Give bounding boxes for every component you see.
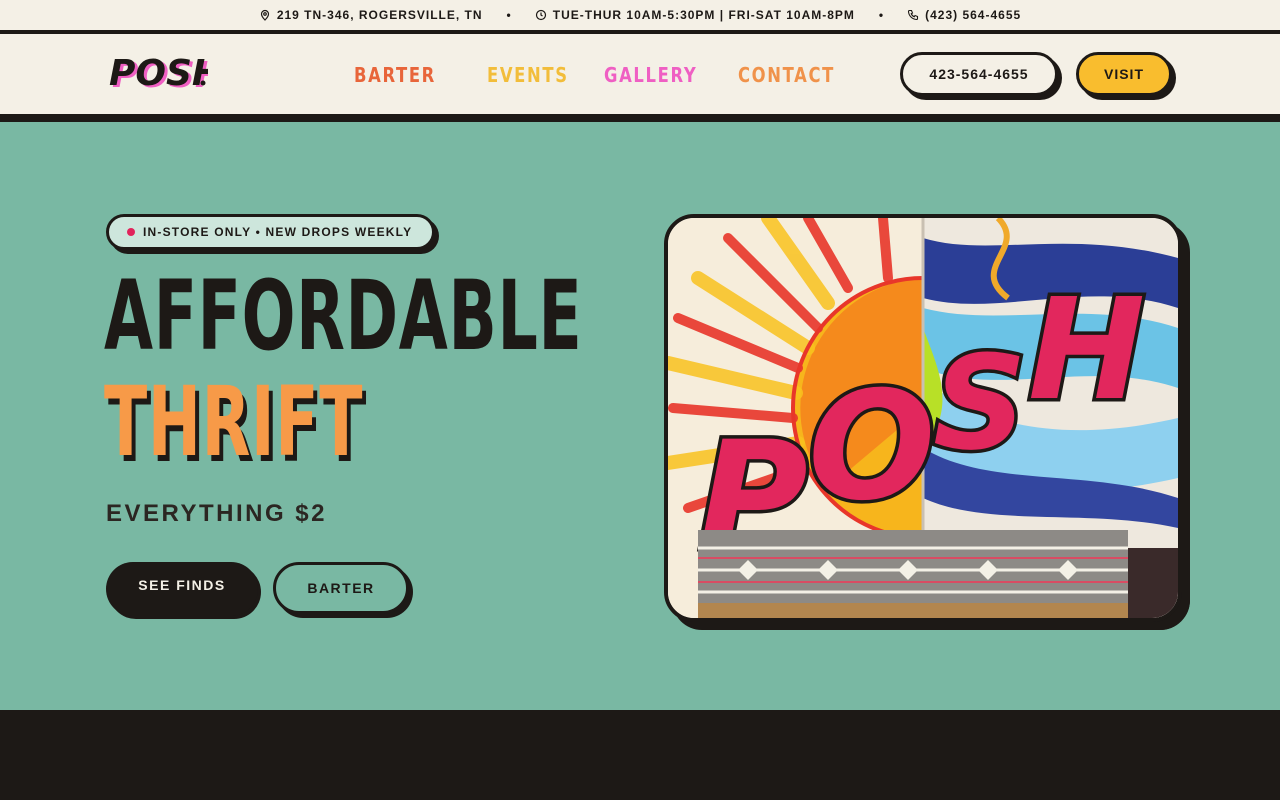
- store-mural-photo: P O S H: [664, 214, 1182, 622]
- header-divider: [0, 114, 1280, 122]
- clock-icon: [535, 9, 546, 21]
- svg-text:S: S: [933, 327, 1027, 479]
- call-phone-button[interactable]: 423-564-4655: [900, 52, 1058, 96]
- phone-info[interactable]: (423) 564-4655: [907, 8, 1021, 22]
- location-pin-icon: [260, 9, 269, 21]
- separator-dot: •: [878, 8, 884, 22]
- phone-text[interactable]: (423) 564-4655: [925, 8, 1021, 22]
- nav-barter[interactable]: BARTER: [354, 63, 436, 87]
- phone-icon: [908, 9, 919, 21]
- footer-band: [0, 710, 1280, 800]
- hours-text: TUE-THUR 10AM-5:30PM | FRI-SAT 10AM-8PM: [552, 8, 855, 22]
- see-finds-button[interactable]: SEE FINDS: [106, 562, 258, 616]
- nav-gallery[interactable]: GALLERY: [604, 63, 697, 87]
- site-header: POSH POSH BARTER EVENTS GALLERY CONTACT …: [0, 34, 1280, 114]
- visit-button[interactable]: VISIT: [1076, 52, 1172, 96]
- address-text: 219 TN-346, ROGERSVILLE, TN: [276, 8, 483, 22]
- address-info: 219 TN-346, ROGERSVILLE, TN: [259, 8, 483, 22]
- hours-info: TUE-THUR 10AM-5:30PM | FRI-SAT 10AM-8PM: [535, 8, 855, 22]
- posh-logo[interactable]: POSH POSH: [108, 52, 225, 96]
- hero-subheading: EVERYTHING $2: [106, 500, 327, 527]
- badge-text: IN-STORE ONLY • NEW DROPS WEEKLY: [143, 225, 413, 239]
- svg-text:O: O: [808, 360, 936, 534]
- svg-text:POSH: POSH: [109, 53, 208, 94]
- hero-headline-thrift: THRIFT: [104, 366, 364, 478]
- nav-events[interactable]: EVENTS: [487, 63, 569, 87]
- top-info-bar: 219 TN-346, ROGERSVILLE, TN • TUE-THUR 1…: [0, 0, 1280, 32]
- nav-contact[interactable]: CONTACT: [738, 63, 835, 87]
- svg-text:H: H: [1028, 269, 1145, 432]
- main-nav: BARTER EVENTS GALLERY CONTACT: [354, 63, 857, 87]
- separator-dot: •: [506, 8, 511, 22]
- in-store-badge: IN-STORE ONLY • NEW DROPS WEEKLY: [106, 214, 436, 250]
- barter-button[interactable]: BARTER: [273, 562, 409, 614]
- hero-headline-affordable: AFFORDABLE: [104, 260, 583, 372]
- status-dot: [127, 228, 135, 236]
- hero-section: IN-STORE ONLY • NEW DROPS WEEKLY AFFORDA…: [0, 122, 1280, 710]
